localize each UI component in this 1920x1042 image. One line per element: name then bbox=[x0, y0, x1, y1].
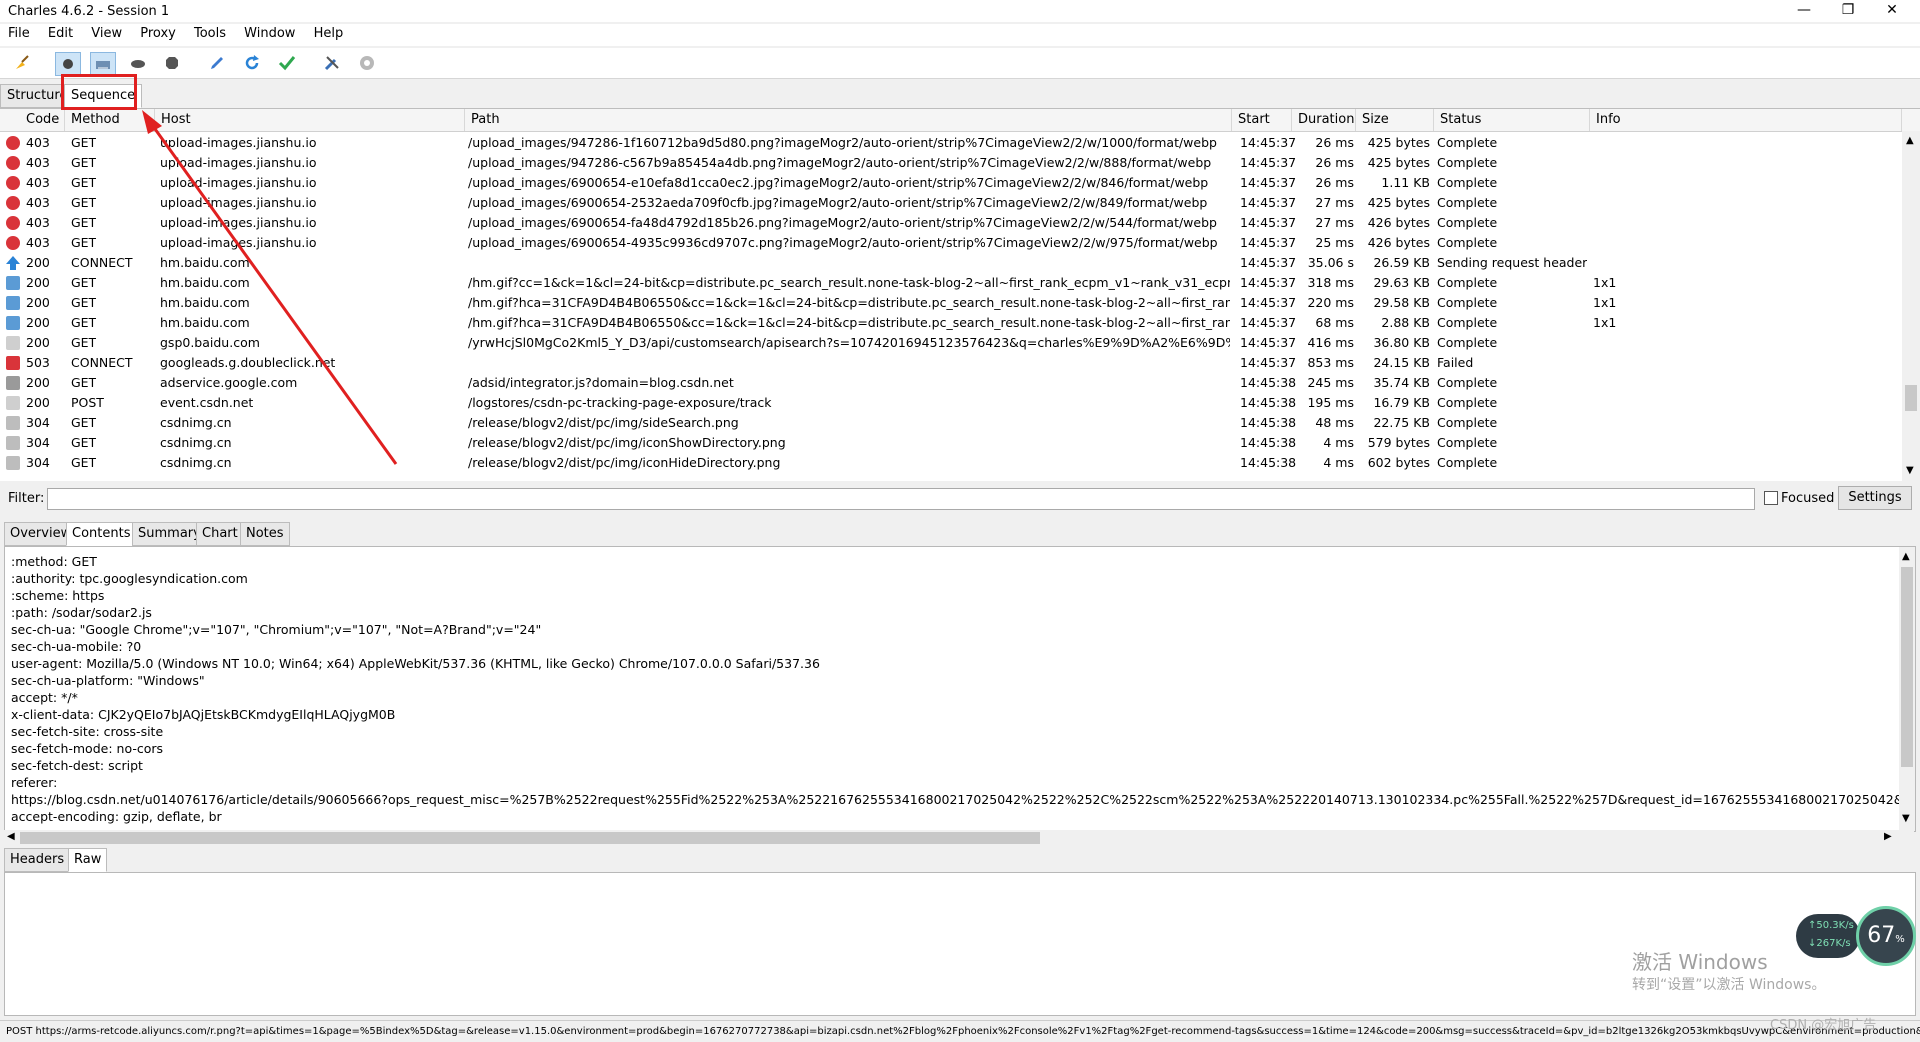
annotation-arrow bbox=[142, 110, 398, 465]
